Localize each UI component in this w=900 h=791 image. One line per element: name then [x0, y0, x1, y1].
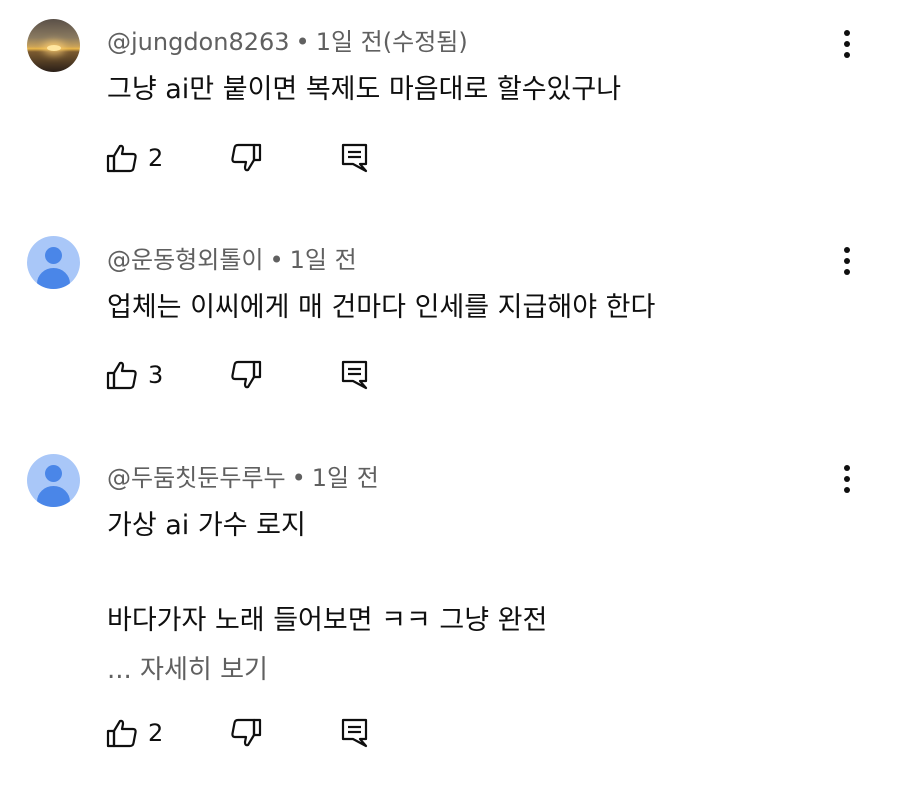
more-vertical-icon[interactable] — [834, 461, 860, 497]
thumbs-up-icon — [106, 361, 137, 390]
avatar[interactable] — [27, 454, 80, 507]
meta-separator: • — [295, 28, 310, 56]
like-button[interactable]: 3 — [106, 358, 163, 392]
read-more-link[interactable]: ... 자세히 보기 — [107, 649, 268, 686]
comment-meta: @jungdon8263 • 1일 전(수정됨) — [107, 22, 468, 57]
comment-time: 1일 전(수정됨) — [315, 28, 468, 56]
meta-separator: • — [269, 246, 284, 274]
comment-text: 그냥 ai만 붙이면 복제도 마음대로 할수있구나 — [107, 74, 622, 105]
avatar-shoulders — [37, 268, 70, 289]
like-count: 2 — [148, 719, 164, 747]
reply-button[interactable] — [340, 716, 370, 750]
dislike-button[interactable] — [230, 141, 262, 175]
comment-meta: @두둠칫둔두루누 • 1일 전 — [107, 458, 379, 493]
comment-meta: @운동형외톨이 • 1일 전 — [107, 240, 357, 275]
reply-comment-icon — [341, 143, 368, 173]
comment-time: 1일 전 — [289, 246, 357, 274]
avatar-head — [45, 465, 62, 482]
thumbs-down-icon — [231, 718, 262, 747]
thumbs-up-icon — [106, 719, 137, 748]
like-button[interactable]: 2 — [106, 141, 163, 175]
like-count: 2 — [148, 144, 164, 172]
avatar[interactable] — [27, 19, 80, 72]
reply-button[interactable] — [340, 358, 370, 392]
meta-separator: • — [291, 464, 306, 492]
comment-text: 업체는 이씨에게 매 건마다 인세를 지급해야 한다 — [107, 292, 656, 323]
more-vertical-icon[interactable] — [834, 26, 860, 62]
comment-time: 1일 전 — [311, 464, 379, 492]
avatar-head — [45, 247, 62, 264]
author-handle[interactable]: @jungdon8263 — [107, 28, 290, 56]
thumbs-up-icon — [106, 144, 137, 173]
comment-text: 가상 ai 가수 로지 — [107, 510, 306, 541]
author-handle[interactable]: @운동형외톨이 — [107, 246, 263, 274]
comment-text: 바다가자 노래 들어보면 ㅋㅋ 그냥 완전 — [107, 605, 548, 636]
reply-button[interactable] — [340, 141, 370, 175]
like-count: 3 — [148, 361, 164, 389]
author-handle[interactable]: @두둠칫둔두루누 — [107, 464, 286, 492]
reply-comment-icon — [341, 360, 368, 390]
reply-comment-icon — [341, 718, 368, 748]
dislike-button[interactable] — [230, 716, 262, 750]
avatar-shoulders — [37, 486, 70, 507]
avatar[interactable] — [27, 236, 80, 289]
like-button[interactable]: 2 — [106, 716, 163, 750]
thumbs-down-icon — [231, 143, 262, 172]
thumbs-down-icon — [231, 360, 262, 389]
dislike-button[interactable] — [230, 358, 262, 392]
more-vertical-icon[interactable] — [834, 243, 860, 279]
